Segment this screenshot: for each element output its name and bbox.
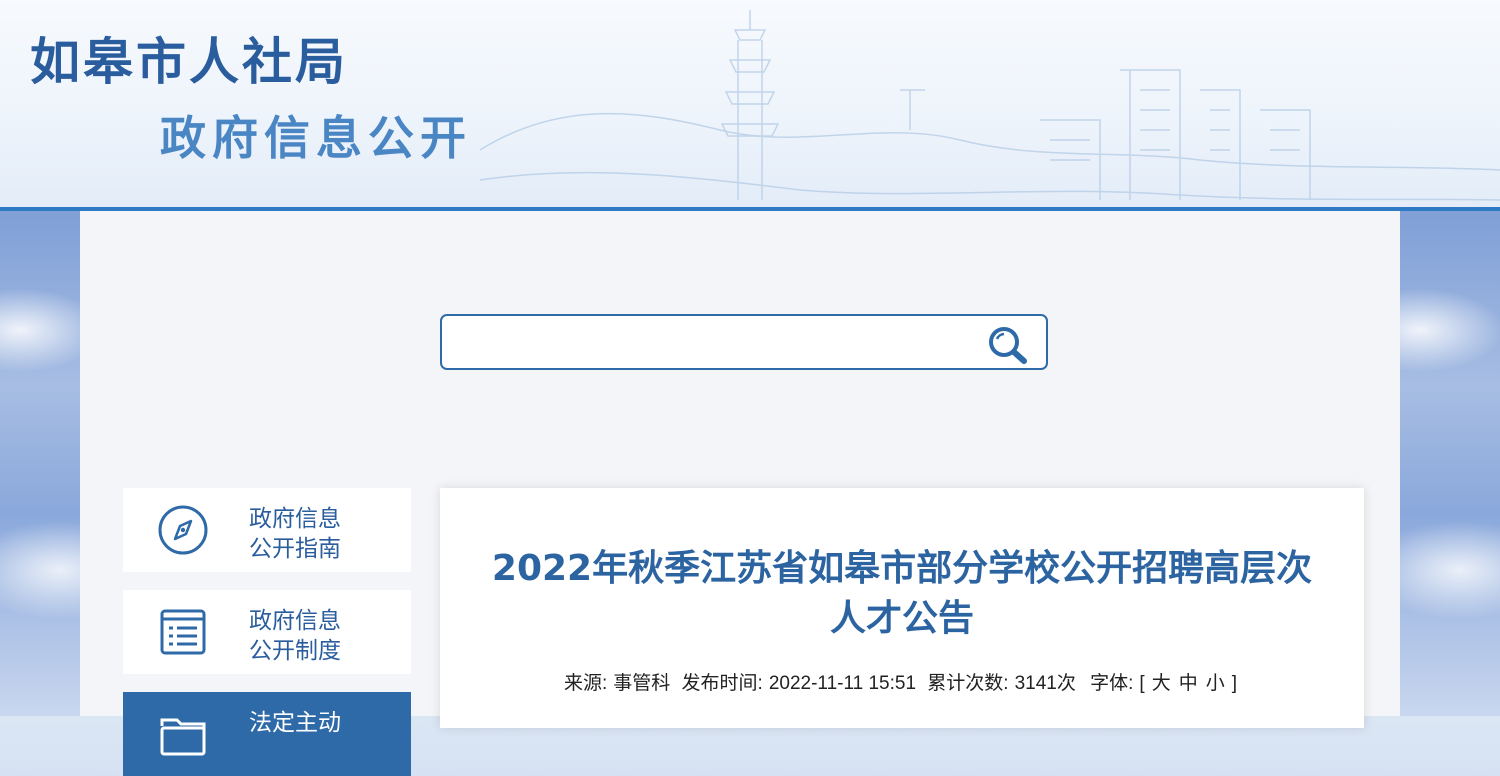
- source-label: 来源:: [563, 673, 608, 694]
- sidebar-item-guide[interactable]: 政府信息 公开指南: [123, 488, 411, 572]
- sidebar-item-label: 政府信息 公开指南: [249, 504, 389, 564]
- article-card: 2022年秋季江苏省如皋市部分学校公开招聘高层次人才公告 来源: 事管科 发布时间…: [440, 488, 1364, 728]
- sidebar-item-statutory[interactable]: 法定主动: [123, 692, 411, 776]
- sidebar-item-label: 政府信息 公开制度: [249, 606, 389, 666]
- left-decorative-background: [0, 210, 80, 716]
- bracket-open: [: [1139, 673, 1145, 694]
- bracket-close: ]: [1231, 673, 1238, 694]
- document-list-icon: [160, 609, 206, 655]
- compass-icon: [158, 505, 208, 555]
- city-skyline-illustration: [480, 10, 1500, 201]
- source-value: 事管科: [613, 673, 671, 694]
- font-small-button[interactable]: 小: [1206, 673, 1225, 694]
- font-size-controls: 字体:[ 大中小]: [1087, 673, 1240, 694]
- published-label: 发布时间:: [681, 673, 763, 694]
- font-large-button[interactable]: 大: [1152, 673, 1171, 694]
- sidebar-item-label: 法定主动: [249, 708, 389, 738]
- views-value: 3141次: [1014, 673, 1076, 694]
- site-subtitle: 政府信息公开: [160, 111, 472, 165]
- search-input[interactable]: [452, 324, 976, 362]
- site-header: 如皋市人社局 政府信息公开: [0, 0, 1500, 208]
- font-medium-button[interactable]: 中: [1179, 673, 1198, 694]
- views-label: 累计次数:: [927, 673, 1009, 694]
- sidebar-item-label-line1: 法定主动: [249, 710, 341, 736]
- site-title: 如皋市人社局: [30, 33, 348, 91]
- right-decorative-background: [1400, 210, 1500, 716]
- sidebar-item-label-line1: 政府信息: [249, 506, 341, 532]
- article-meta: 来源: 事管科 发布时间: 2022-11-11 15:51 累计次数: 3141次 …: [440, 668, 1364, 695]
- sidebar-item-system[interactable]: 政府信息 公开制度: [123, 590, 411, 674]
- published-value: 2022-11-11 15:51: [768, 673, 917, 694]
- font-label: 字体:: [1090, 673, 1134, 694]
- sidebar-item-label-line2: 公开制度: [249, 638, 341, 664]
- search-box: [440, 314, 1048, 370]
- search-icon[interactable]: [986, 325, 1030, 365]
- sidebar-item-label-line2: 公开指南: [249, 536, 341, 562]
- main-panel: 政府信息 公开指南 政府信息 公开制度 法定主动 2022年秋季江苏省如皋市部分…: [80, 211, 1400, 776]
- article-title: 2022年秋季江苏省如皋市部分学校公开招聘高层次人才公告: [491, 548, 1313, 639]
- sidebar-item-label-line1: 政府信息: [249, 608, 341, 634]
